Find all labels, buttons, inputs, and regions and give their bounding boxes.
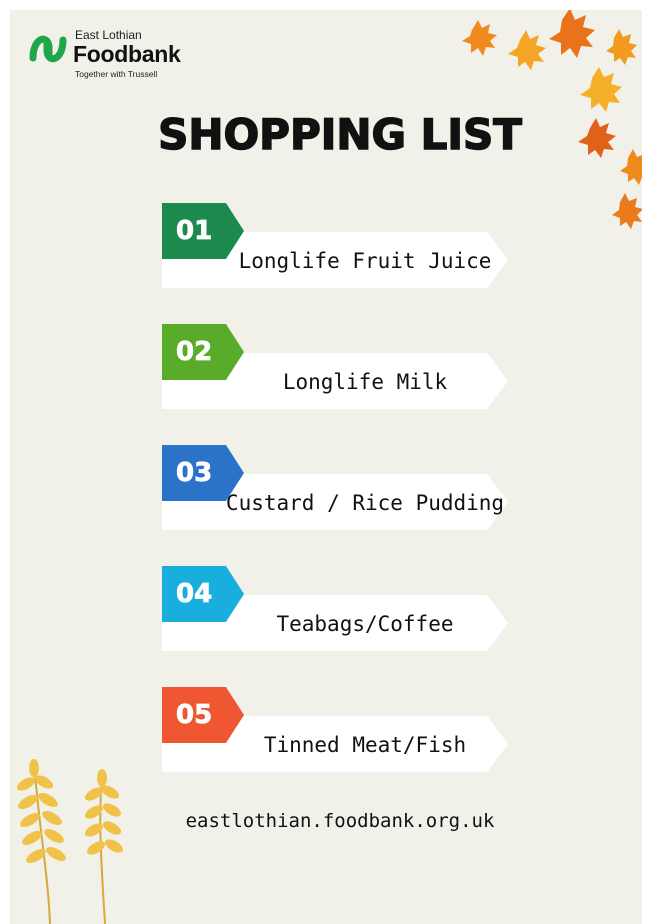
foodbank-logo[interactable]: East Lothian Foodbank Together with Trus… [27,24,227,84]
page-title: SHOPPING LIST [157,109,522,160]
poster: East Lothian Foodbank Together with Trus… [10,10,642,924]
list-item-label: Teabags/Coffee [276,612,454,636]
list-item-label: Custard / Rice Pudding [225,491,505,515]
logo-tagline: Together with Trussell [75,69,158,79]
list-item-2: 02 Longlife Milk [162,324,508,414]
logo-subtitle: East Lothian [75,28,142,42]
list-item-4: 04 Teabags/Coffee [162,566,508,656]
list-item-1: 01 Longlife Fruit Juice [162,203,508,293]
foodbank-logo-icon [29,35,67,63]
list-item-3: 03 Custard / Rice Pudding [162,445,508,535]
wheat-icon [16,759,124,924]
list-item-label: Tinned Meat/Fish [263,733,467,757]
list-item-label: Longlife Milk [282,370,448,394]
list-item-5: 05 Tinned Meat/Fish [162,687,508,777]
logo-name: Foodbank [73,41,181,67]
list-item-label: Longlife Fruit Juice [238,249,492,273]
